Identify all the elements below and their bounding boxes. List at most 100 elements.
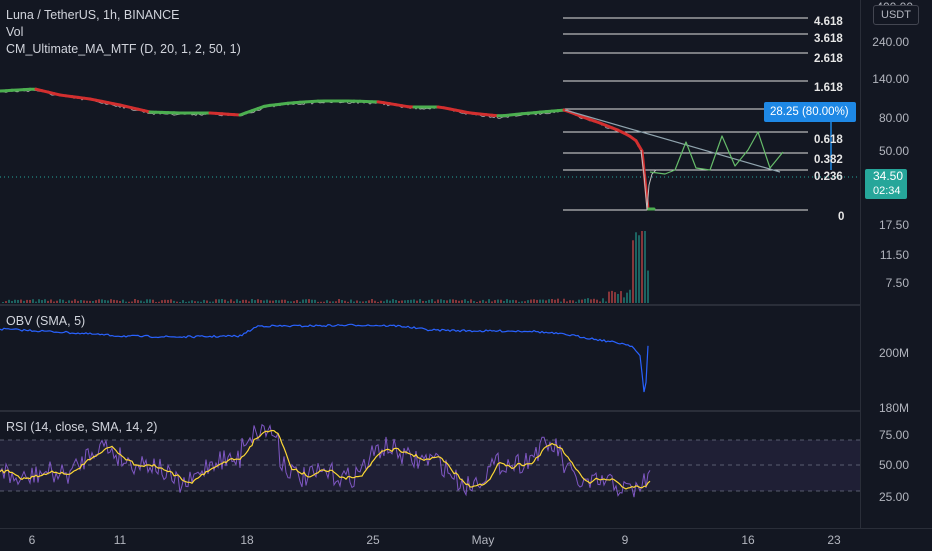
volume-bar [578,300,580,303]
volume-bar [413,299,415,303]
volume-bar [2,302,4,303]
rsi-band [0,440,860,491]
volume-bar [458,301,460,303]
volume-bar [65,302,67,303]
obv-legend[interactable]: OBV (SMA, 5) [6,314,85,328]
volume-bar [614,292,616,303]
time-tick: 6 [29,533,36,547]
volume-bar [500,300,502,303]
measure-badge[interactable]: 28.25 (80.00%) [764,102,856,122]
volume-bar [35,302,37,303]
volume-bar [359,301,361,303]
volume-bar [287,301,289,303]
obv-chart[interactable] [0,306,860,410]
volume-bar [584,299,586,303]
last-price-badge[interactable]: 34.50 02:34 [865,169,907,199]
volume-bar [116,300,118,303]
volume-bar [215,299,217,303]
time-tick: 11 [114,533,126,547]
volume-bar [509,300,511,303]
volume-bar [176,302,178,303]
volume-bar [119,301,121,303]
trend-line [565,110,780,172]
volume-bar [515,300,517,303]
obv-line [0,324,648,392]
volume-bar [407,300,409,303]
volume-bar [173,301,175,303]
volume-bar [494,300,496,303]
volume-bar [188,301,190,303]
volume-bar [8,300,10,303]
volume-bar [95,300,97,303]
volume-bar [110,299,112,303]
volume-bar [59,299,61,303]
volume-bar [395,300,397,303]
volume-bar [557,299,559,303]
volume-bar [221,299,223,303]
volume-bar [548,299,550,303]
volume-bar [92,301,94,303]
volume-bar [587,298,589,303]
ma-legend[interactable]: CM_Ultimate_MA_MTF (D, 20, 1, 2, 50, 1) [6,42,241,56]
volume-bar [266,300,268,303]
volume-bar [305,299,307,303]
price-tick: 17.50 [879,218,909,232]
rsi-pane[interactable]: RSI (14, close, SMA, 14, 2) [0,412,860,526]
volume-bar [323,302,325,303]
symbol-legend[interactable]: Luna / TetherUS, 1h, BINANCE [6,8,179,22]
volume-bar [137,300,139,303]
volume-bar [164,300,166,303]
volume-bar [518,302,520,303]
fib-label: 1.618 [814,82,843,94]
volume-bar [248,301,250,303]
volume-bar [128,302,130,303]
volume-bar [284,300,286,303]
volume-bar [572,300,574,303]
volume-bar [521,301,523,303]
volume-bar [350,300,352,303]
volume-bar [482,300,484,303]
volume-bar [497,300,499,303]
bar-countdown: 02:34 [873,184,907,198]
volume-bar [41,300,43,303]
currency-button[interactable]: USDT [873,5,919,25]
rsi-legend[interactable]: RSI (14, close, SMA, 14, 2) [6,420,157,434]
volume-bar [80,300,82,303]
volume-bar [98,299,100,303]
time-scale[interactable]: 6 11 18 25 May 9 16 23 [0,528,932,551]
price-chart-pane[interactable]: Luna / TetherUS, 1h, BINANCE Vol CM_Ulti… [0,0,860,304]
volume-bar [146,299,148,303]
volume-bar [23,301,25,303]
volume-bar [245,300,247,303]
volume-legend[interactable]: Vol [6,25,23,39]
volume-bar [104,300,106,303]
obv-pane[interactable]: OBV (SMA, 5) [0,306,860,410]
volume-bar [11,301,13,303]
volume-bar [416,301,418,303]
volume-bar [38,299,40,303]
volume-bar [386,300,388,303]
volume-bar [347,302,349,303]
time-tick: May [472,533,495,547]
volume-bar [233,301,235,303]
price-scale[interactable]: 400.00 240.00 140.00 80.00 50.00 17.50 1… [860,0,932,528]
volume-bar [62,300,64,303]
volume-bar [617,294,619,303]
volume-bar [167,300,169,303]
volume-bar [338,299,340,303]
rsi-tick: 25.00 [879,490,909,504]
volume-bar [251,299,253,303]
volume-bar [467,301,469,303]
volume-bar [254,300,256,303]
volume-bar [452,299,454,303]
volume-bar [71,301,73,303]
volume-bar [377,302,379,303]
volume-bar [563,299,565,303]
volume-bar [200,302,202,303]
volume-bar [629,290,631,303]
volume-bar [47,301,49,303]
volume-bar [77,301,79,303]
volume-bar [50,299,52,303]
volume-bar [434,301,436,303]
fib-label: 0.618 [814,134,843,146]
